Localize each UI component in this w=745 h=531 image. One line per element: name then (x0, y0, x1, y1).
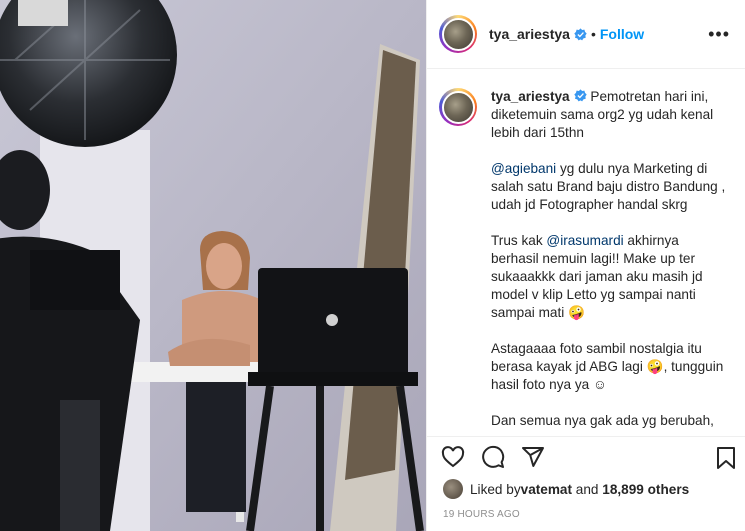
caption-verified-badge-icon (573, 89, 587, 102)
mention-agiebani[interactable]: @agiebani (491, 161, 556, 176)
header-username[interactable]: tya_ariestya (489, 26, 570, 42)
verified-badge-icon (574, 27, 587, 40)
caption-area: tya_ariestya Pemotretan hari ini, dikete… (427, 70, 745, 436)
likes-summary: Liked by vatemat and 18,899 others (443, 478, 689, 500)
liker-avatar[interactable] (443, 479, 463, 499)
caption-avatar[interactable] (441, 90, 475, 124)
header-separator: • (590, 26, 596, 42)
caption-text-3-prefix: Trus kak (491, 233, 547, 248)
post-header: tya_ariestya • Follow ••• (427, 0, 745, 69)
caption-paragraph-4: Astagaaaa foto sambil nostalgia itu bera… (491, 341, 724, 392)
liker-username[interactable]: vatemat (521, 482, 572, 497)
follow-button[interactable]: Follow (600, 26, 644, 42)
header-avatar-ring[interactable] (439, 15, 477, 53)
caption-text: tya_ariestya Pemotretan hari ini, dikete… (491, 88, 730, 436)
action-bar (427, 436, 745, 476)
caption-paragraph-5: Dan semua nya gak ada yg berubah, (491, 413, 714, 428)
paper-plane-icon[interactable] (521, 445, 545, 469)
caption-paragraph-1: tya_ariestya Pemotretan hari ini, dikete… (491, 88, 730, 142)
comment-icon[interactable] (481, 445, 505, 469)
studio-photo-illustration (0, 0, 426, 531)
heart-icon[interactable] (441, 445, 465, 469)
post-side-panel: tya_ariestya • Follow ••• tya_ariestya P… (426, 0, 745, 531)
avatar[interactable] (441, 17, 475, 51)
instagram-post: tya_ariestya • Follow ••• tya_ariestya P… (0, 0, 745, 531)
likes-count[interactable]: 18,899 others (602, 482, 689, 497)
caption-paragraph-3: Trus kak @irasumardi akhirnya berhasil n… (491, 232, 730, 322)
likes-prefix: Liked by (470, 481, 521, 497)
bookmark-icon[interactable] (714, 446, 738, 470)
caption-paragraph-2: @agiebani yg dulu nya Marketing di salah… (491, 160, 730, 214)
more-options-icon[interactable]: ••• (708, 25, 730, 43)
post-photo[interactable] (0, 0, 426, 531)
post-timestamp[interactable]: 19 HOURS AGO (443, 509, 520, 520)
likes-middle: and (572, 481, 603, 497)
caption-username[interactable]: tya_ariestya (491, 89, 570, 104)
mention-irasumardi[interactable]: @irasumardi (546, 233, 623, 248)
caption-avatar-ring[interactable] (439, 88, 477, 126)
